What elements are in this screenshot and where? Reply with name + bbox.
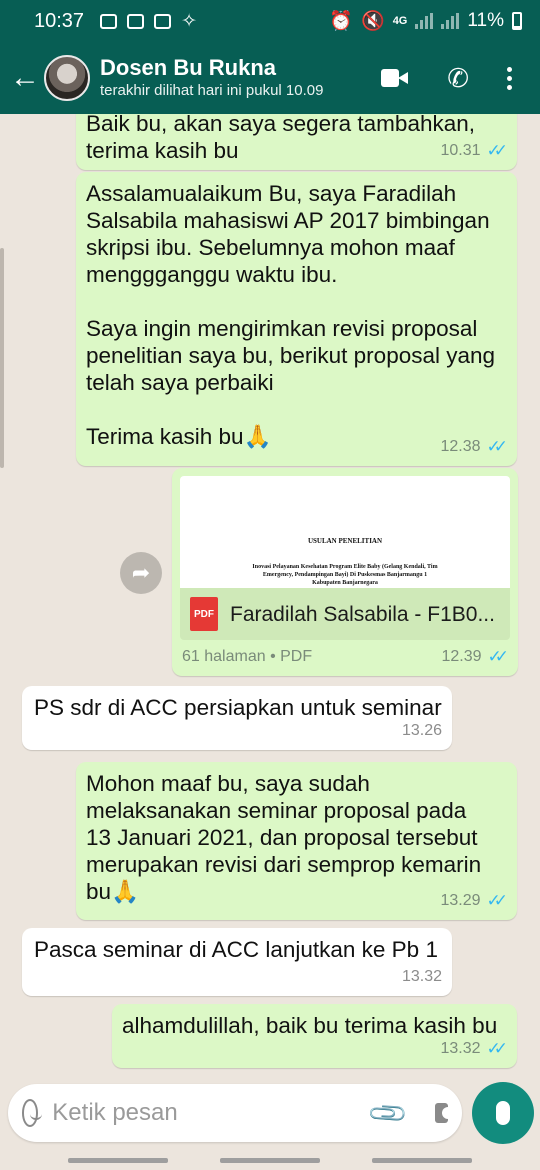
message-text: Pasca seminar di ACC lanjutkan ke Pb 1 xyxy=(34,937,438,962)
nav-handle-left[interactable] xyxy=(68,1158,168,1163)
battery-icon xyxy=(512,12,522,30)
signal-icon-2 xyxy=(441,13,460,29)
app-notification-icon xyxy=(127,13,145,29)
forward-icon[interactable]: ➦ xyxy=(120,552,162,594)
read-ticks-icon: ✓✓ xyxy=(486,141,508,160)
message-time: 12.38 xyxy=(440,438,481,455)
alarm-icon: ⏰ xyxy=(329,11,354,32)
chat-header: ← Dosen Bu Rukna terakhir dilihat hari i… xyxy=(0,42,540,114)
read-ticks-icon: ✓✓ xyxy=(487,647,509,666)
document-preview-title: USULAN PENELITIAN xyxy=(307,537,383,545)
message-time: 13.29 xyxy=(440,892,481,909)
pdf-file-icon: PDF xyxy=(190,597,218,631)
message-meta: 13.29 ✓✓ xyxy=(440,887,507,914)
message-text: PS sdr di ACC persiapkan untuk seminar xyxy=(34,695,442,720)
avatar[interactable] xyxy=(44,55,90,101)
read-ticks-icon: ✓✓ xyxy=(486,1039,508,1058)
magic-wand-icon: ✧ xyxy=(181,10,197,32)
video-call-icon[interactable] xyxy=(381,69,409,87)
emoji-icon[interactable] xyxy=(22,1099,43,1127)
youtube-icon xyxy=(100,13,118,29)
document-preview[interactable]: USULAN PENELITIAN Inovasi Pelayanan Kese… xyxy=(180,476,510,588)
read-ticks-icon: ✓✓ xyxy=(486,891,508,910)
message-meta: 13.26 xyxy=(402,717,442,744)
message-meta: 13.32 ✓✓ xyxy=(440,1035,507,1062)
network-type: 4G xyxy=(392,15,408,27)
message-input[interactable] xyxy=(52,1099,363,1127)
message-text: Assalamualaikum Bu, saya Faradilah Salsa… xyxy=(86,181,496,449)
nav-handle-center[interactable] xyxy=(220,1158,320,1163)
status-left: 10:37 ✧ xyxy=(34,10,197,33)
message-bubble-in[interactable]: Pasca seminar di ACC lanjutkan ke Pb 1 1… xyxy=(22,928,452,996)
more-options-icon[interactable] xyxy=(507,66,512,90)
message-meta: 12.39 ✓✓ xyxy=(441,643,508,670)
document-file-row[interactable]: PDF Faradilah Salsabila - F1B0... xyxy=(180,588,510,640)
message-time: 10.31 xyxy=(440,142,481,159)
contact-name: Dosen Bu Rukna xyxy=(100,55,277,80)
document-message[interactable]: USULAN PENELITIAN Inovasi Pelayanan Kese… xyxy=(172,468,518,676)
attachment-icon[interactable]: 📎 xyxy=(366,1091,411,1136)
contact-info[interactable]: Dosen Bu Rukna terakhir dilihat hari ini… xyxy=(100,55,381,101)
message-time: 13.32 xyxy=(401,968,442,985)
status-right: ⏰ 🔇 4G 11% xyxy=(329,9,522,33)
message-time: 13.32 xyxy=(440,1040,481,1057)
edge-panel-handle[interactable] xyxy=(0,248,4,468)
message-bubble-out[interactable]: Mohon maaf bu, saya sudah melaksanakan s… xyxy=(76,762,517,920)
camera-icon[interactable] xyxy=(434,1103,455,1123)
message-bubble-out[interactable]: alhamdulillah, baik bu terima kasih bu 1… xyxy=(112,1004,517,1068)
mute-icon: 🔇 xyxy=(361,11,385,32)
gallery-icon xyxy=(154,13,172,29)
message-bubble-out[interactable]: Baik bu, akan saya segera tambahkan, ter… xyxy=(76,114,517,170)
document-preview-subtitle: Inovasi Pelayanan Kesehatan Program Elit… xyxy=(252,564,438,586)
chat-area[interactable]: Baik bu, akan saya segera tambahkan, ter… xyxy=(0,114,540,1078)
status-time: 10:37 xyxy=(34,9,85,32)
read-ticks-icon: ✓✓ xyxy=(486,437,508,456)
header-actions: ✆ xyxy=(381,65,530,91)
message-time: 12.39 xyxy=(441,648,482,665)
message-text: Mohon maaf bu, saya sudah melaksanakan s… xyxy=(86,771,482,904)
status-bar: 10:37 ✧ ⏰ 🔇 4G 11% xyxy=(0,0,540,42)
document-file-name: Faradilah Salsabila - F1B0... xyxy=(230,602,495,626)
back-arrow-icon[interactable]: ← xyxy=(10,63,40,93)
battery-percent: 11% xyxy=(467,10,504,31)
voice-record-button[interactable] xyxy=(472,1082,534,1144)
message-bubble-in[interactable]: PS sdr di ACC persiapkan untuk seminar 1… xyxy=(22,686,452,750)
message-time: 13.26 xyxy=(401,722,442,739)
microphone-icon xyxy=(496,1101,510,1125)
signal-icon xyxy=(415,13,434,29)
message-meta: 13.32 xyxy=(402,963,442,990)
message-meta: 12.38 ✓✓ xyxy=(440,433,507,460)
message-composer: 📎 xyxy=(8,1084,462,1142)
message-meta: 10.31 ✓✓ xyxy=(440,137,507,164)
message-bubble-out[interactable]: Assalamualaikum Bu, saya Faradilah Salsa… xyxy=(76,172,517,466)
contact-status: terakhir dilihat hari ini pukul 10.09 xyxy=(100,82,324,99)
document-info: 61 halaman • PDF xyxy=(182,648,313,665)
voice-call-icon[interactable]: ✆ xyxy=(447,65,469,91)
nav-handle-right[interactable] xyxy=(372,1158,472,1163)
